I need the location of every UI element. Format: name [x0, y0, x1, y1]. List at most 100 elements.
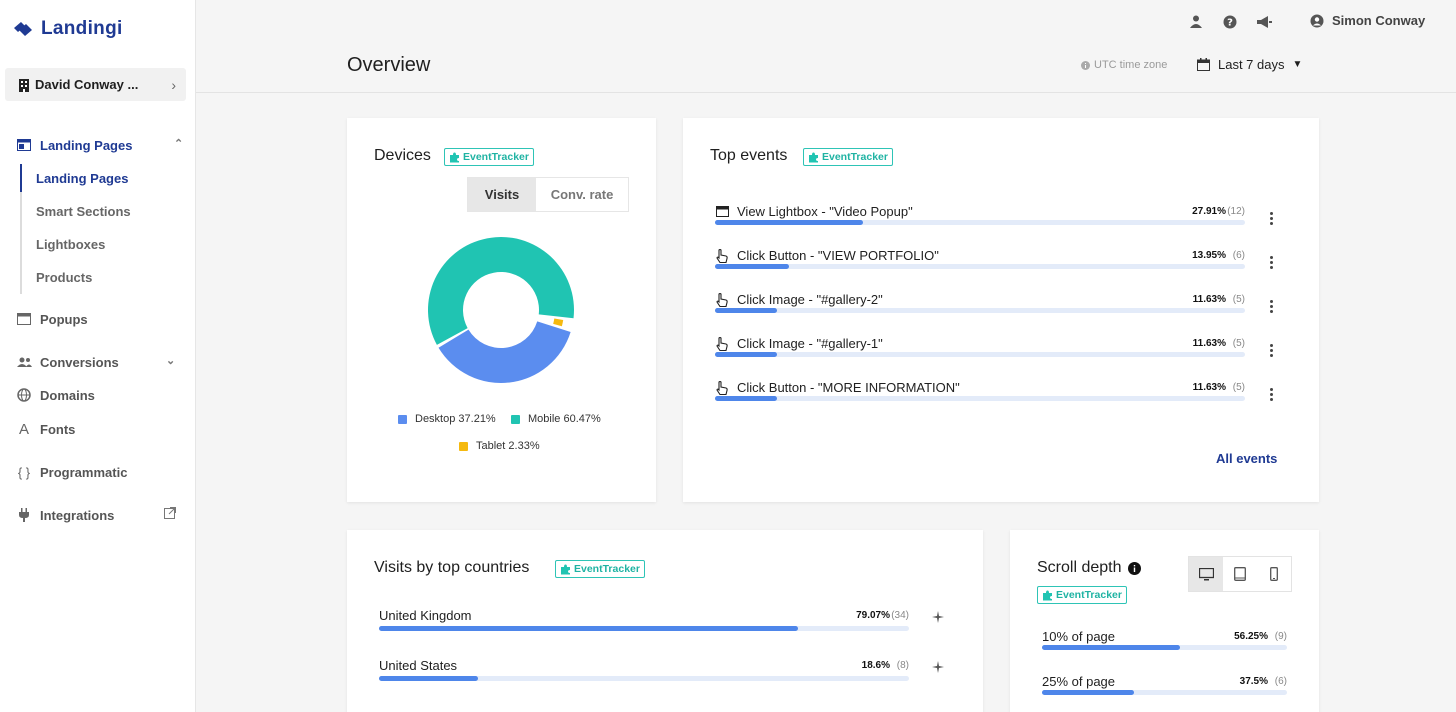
- caret-down-icon: ▼: [1292, 59, 1303, 70]
- subnav-products[interactable]: Products: [36, 270, 92, 285]
- pointer-icon: [715, 380, 729, 395]
- external-link-icon[interactable]: [164, 507, 176, 522]
- header-divider: [196, 92, 1456, 93]
- plug-icon: [16, 507, 32, 523]
- tablet-icon[interactable]: [1223, 557, 1257, 591]
- event-row: Click Button - "VIEW PORTFOLIO" 13.95% (…: [715, 248, 1273, 288]
- desktop-icon[interactable]: [1189, 557, 1223, 591]
- event-count: (5): [1232, 294, 1245, 305]
- event-count: (5): [1232, 338, 1245, 349]
- event-row: Click Button - "MORE INFORMATION" 11.63%…: [715, 380, 1273, 420]
- sidebar-item-label: Popups: [40, 311, 88, 327]
- scroll-count: (9): [1274, 631, 1287, 642]
- legend-mobile: Mobile 60.47%: [511, 413, 601, 425]
- font-icon: A: [18, 420, 29, 438]
- badge-label: EventTracker: [1056, 589, 1122, 601]
- pointer-icon: [715, 292, 729, 307]
- devices-donut-chart: [428, 237, 574, 383]
- devices-metric-toggle: Visits Conv. rate: [467, 177, 629, 212]
- tab-visits[interactable]: Visits: [468, 178, 536, 211]
- tab-conv-rate[interactable]: Conv. rate: [536, 178, 628, 211]
- logo[interactable]: Landingi: [13, 18, 123, 40]
- scroll-row: 25% of page 37.5% (6): [1042, 674, 1287, 710]
- all-events-link[interactable]: All events: [1216, 451, 1277, 466]
- more-options-icon[interactable]: [1269, 344, 1275, 360]
- event-label: Click Image - "#gallery-1": [737, 336, 883, 351]
- country-row: United Kingdom 79.07% (34): [379, 608, 944, 644]
- country-count: (34): [891, 610, 909, 621]
- sidebar-item-label: Programmatic: [40, 464, 128, 480]
- scroll-bar-fill: [1042, 690, 1134, 695]
- sidebar-item-label: Integrations: [40, 507, 115, 523]
- event-label: Click Button - "VIEW PORTFOLIO": [737, 248, 939, 263]
- more-options-icon[interactable]: [1269, 212, 1275, 228]
- countries-title: Visits by top countries: [374, 559, 530, 576]
- sidebar-item-domains[interactable]: Domains: [16, 387, 95, 403]
- more-options-icon[interactable]: [1269, 256, 1275, 272]
- subnav-smart-sections[interactable]: Smart Sections: [36, 204, 131, 219]
- mobile-icon[interactable]: [1257, 557, 1291, 591]
- megaphone-icon[interactable]: [1255, 13, 1273, 31]
- sidebar-item-popups[interactable]: Popups: [16, 311, 88, 327]
- page-icon: [16, 137, 32, 153]
- sidebar-item-conversions[interactable]: Conversions ⌄: [16, 354, 175, 370]
- countries-card: Visits by top countries EventTracker Uni…: [347, 530, 983, 712]
- more-options-icon[interactable]: [1269, 300, 1275, 316]
- scroll-label: 25% of page: [1042, 674, 1116, 689]
- braces-icon: { }: [17, 464, 31, 480]
- legend-label: Mobile 60.47%: [528, 413, 601, 425]
- account-tree-icon[interactable]: [1187, 13, 1205, 31]
- scroll-bar-fill: [1042, 645, 1180, 650]
- more-options-icon[interactable]: [1269, 388, 1275, 404]
- event-bar-track: [715, 220, 1245, 225]
- account-name: David Conway ...: [35, 77, 139, 92]
- building-icon: [19, 78, 29, 92]
- donut-slice-tablet[interactable]: [553, 318, 564, 327]
- eventtracker-badge: EventTracker: [444, 148, 534, 166]
- chevron-down-icon: ⌄: [166, 355, 176, 367]
- sparkle-icon[interactable]: [932, 661, 944, 673]
- help-icon[interactable]: ?: [1221, 13, 1239, 31]
- sidebar-item-integrations[interactable]: Integrations: [16, 507, 176, 523]
- scroll-percent: 37.5%: [1239, 676, 1268, 687]
- legend-swatch: [511, 414, 520, 424]
- scroll-percent: 56.25%: [1234, 631, 1268, 642]
- user-menu[interactable]: Simon Conway: [1310, 13, 1425, 28]
- sidebar-item-fonts[interactable]: A Fonts: [16, 420, 75, 438]
- pointer-icon: [715, 336, 729, 351]
- country-bar-fill: [379, 626, 799, 631]
- event-bar-fill: [715, 220, 863, 225]
- timezone-label: UTC time zone: [1094, 59, 1168, 71]
- date-range-select[interactable]: Last 7 days ▼: [1197, 57, 1302, 72]
- popup-icon: [16, 311, 32, 327]
- subnav-lightboxes[interactable]: Lightboxes: [36, 237, 105, 252]
- event-bar-track: [715, 308, 1245, 313]
- event-bar-fill: [715, 308, 777, 313]
- globe-icon: [16, 387, 32, 403]
- badge-label: EventTracker: [574, 563, 640, 575]
- legend-label: Tablet 2.33%: [476, 440, 540, 452]
- scroll-title: Scroll depth: [1037, 559, 1122, 576]
- sidebar-item-landing-pages[interactable]: Landing Pages ⌃: [16, 137, 183, 153]
- country-bar-track: [379, 676, 909, 681]
- event-percent: 11.63%: [1192, 382, 1226, 393]
- pointer-icon: [715, 248, 729, 263]
- scroll-label: 10% of page: [1042, 629, 1116, 644]
- scroll-count: (6): [1274, 676, 1287, 687]
- scroll-bar-track: [1042, 645, 1287, 650]
- chevron-up-icon: ⌃: [174, 138, 184, 150]
- scroll-bar-track: [1042, 690, 1287, 695]
- svg-text:?: ?: [1227, 18, 1233, 29]
- event-percent: 11.63%: [1192, 294, 1226, 305]
- scroll-row: 10% of page 56.25% (9): [1042, 629, 1287, 665]
- subnav-line: [20, 164, 22, 294]
- sparkle-icon[interactable]: [932, 611, 944, 623]
- info-icon[interactable]: [1127, 561, 1141, 575]
- subnav-landing-pages[interactable]: Landing Pages: [36, 171, 128, 186]
- eventtracker-badge: EventTracker: [803, 148, 893, 166]
- event-bar-fill: [715, 352, 777, 357]
- account-switcher[interactable]: David Conway ... ›: [5, 68, 186, 101]
- event-bar-track: [715, 264, 1245, 269]
- sidebar: Landingi David Conway ... › Landing Page…: [0, 0, 196, 712]
- sidebar-item-programmatic[interactable]: { } Programmatic: [16, 464, 128, 480]
